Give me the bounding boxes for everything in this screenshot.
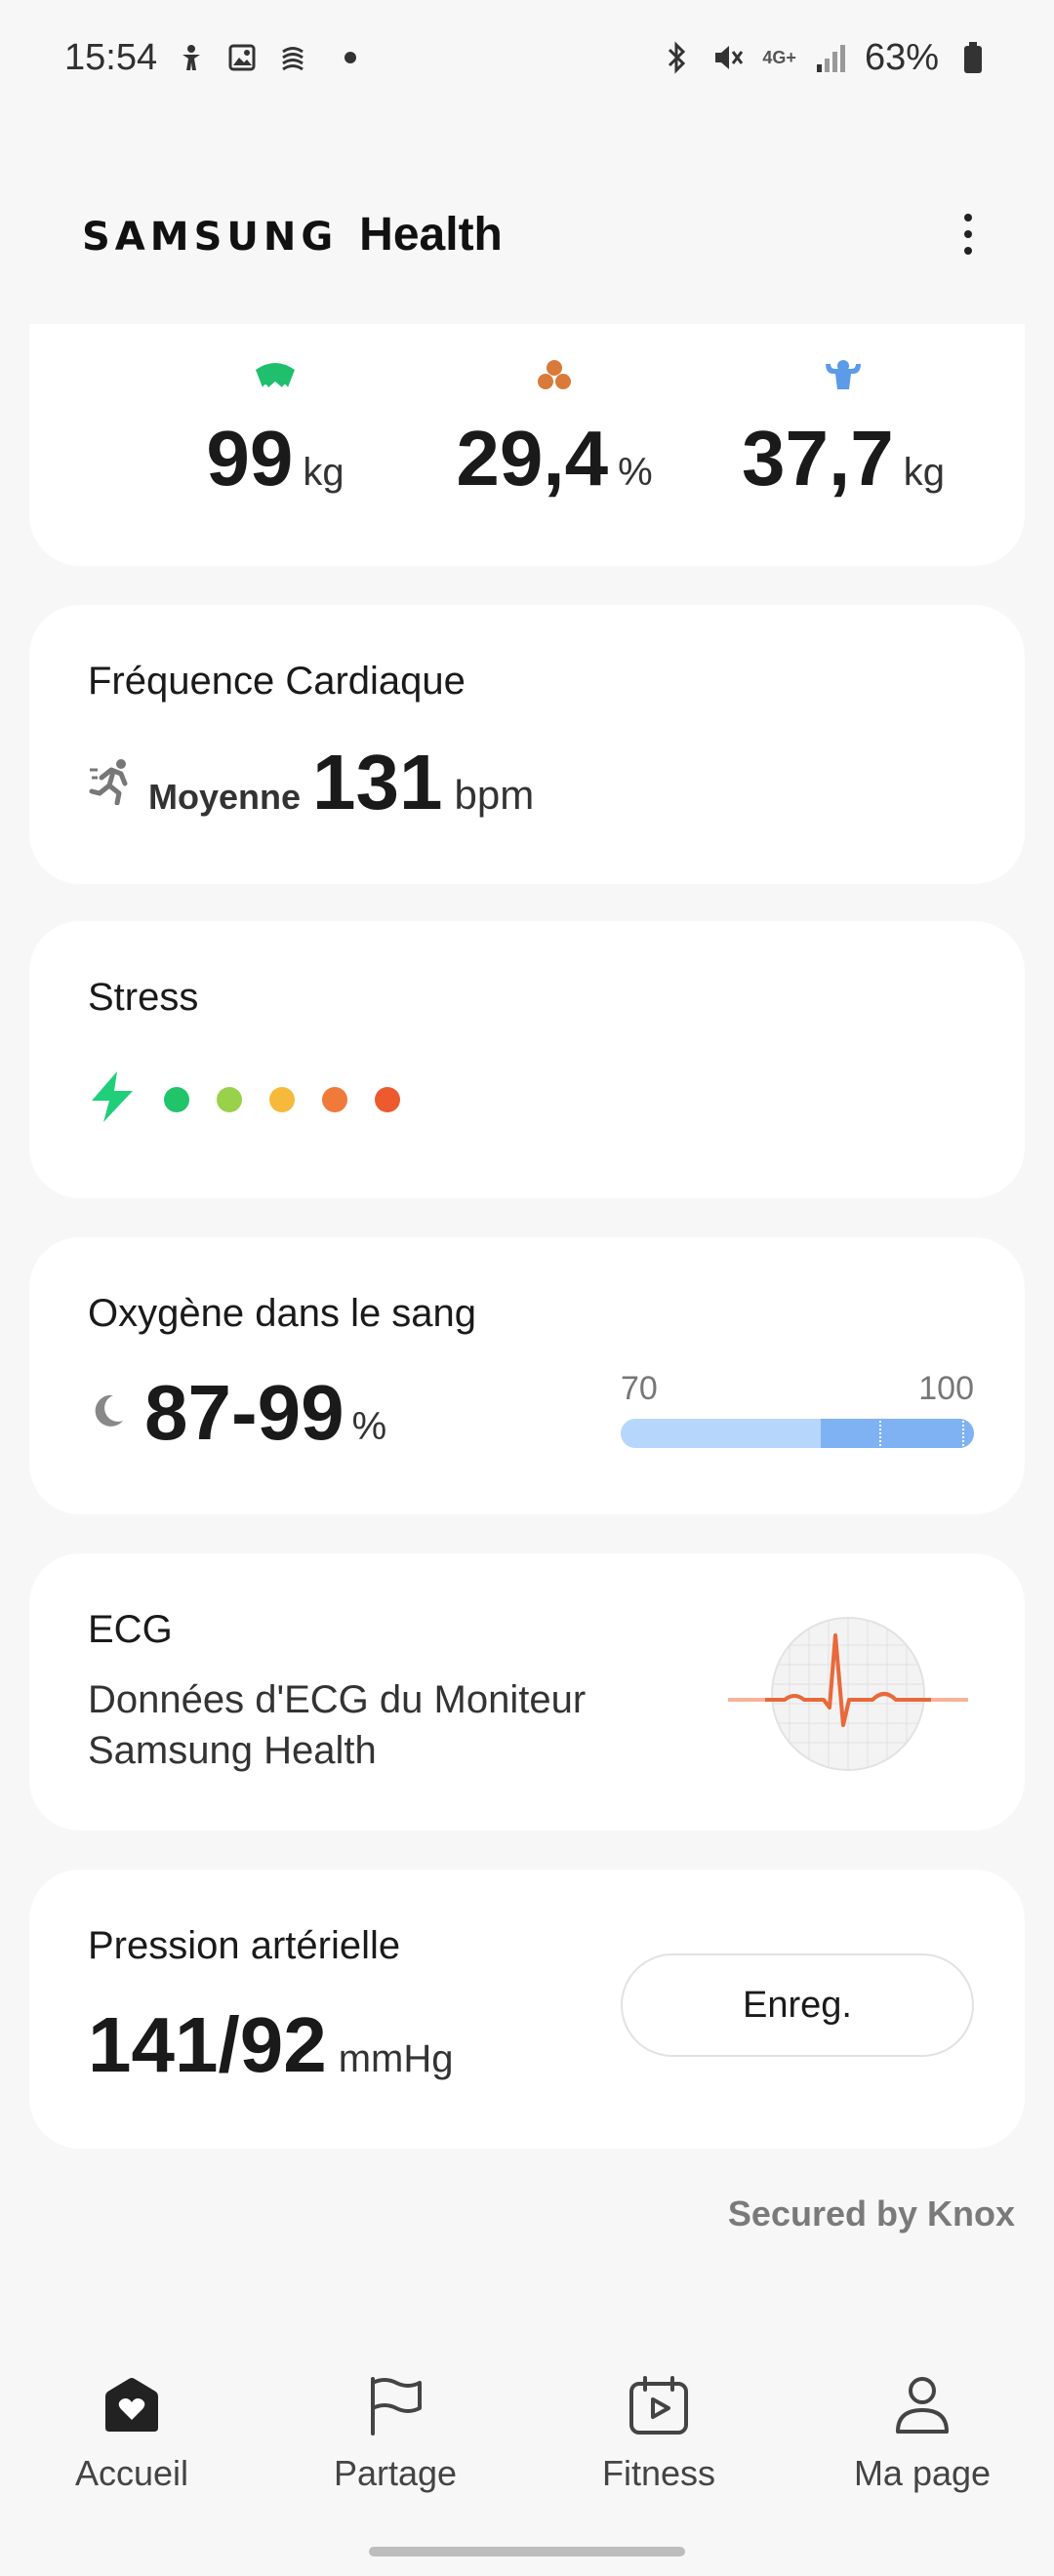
stress-dot-1	[164, 1086, 189, 1112]
muscle-value: 37,7	[742, 415, 894, 502]
oxygen-scale-labels: 70 100	[621, 1370, 974, 1408]
person-icon	[894, 2371, 951, 2439]
moon-icon	[88, 1391, 127, 1435]
blood-pressure-title: Pression artérielle	[88, 1924, 401, 1967]
muscle-metric: 37,7 kg	[697, 353, 990, 503]
nav-label-fitness: Fitness	[601, 2453, 716, 2493]
blood-oxygen-title: Oxygène dans le sang	[88, 1292, 477, 1335]
gallery-icon	[225, 41, 259, 74]
stress-dot-4	[322, 1086, 347, 1112]
mute-icon	[711, 41, 745, 74]
flag-icon	[365, 2371, 426, 2439]
home-indicator[interactable]	[369, 2547, 685, 2556]
blood-oxygen-row: 87-99 %	[88, 1368, 386, 1458]
weight-unit: kg	[303, 451, 345, 494]
blood-oxygen-card[interactable]: Oxygène dans le sang 87-99 % 70 100	[29, 1237, 1025, 1514]
notification-dot	[345, 52, 357, 63]
heart-rate-row: Moyenne 131 bpm	[88, 738, 534, 827]
muscle-unit: kg	[903, 451, 945, 494]
sync-icon	[276, 41, 309, 74]
bluetooth-icon	[661, 41, 694, 74]
status-bar: 15:54 4G+ 63%	[0, 0, 1054, 115]
nav-label-ma-page: Ma page	[853, 2453, 992, 2493]
samsung-health-logo: SAMSUNG Health	[82, 208, 503, 262]
heart-rate-unit: bpm	[454, 772, 535, 818]
blood-pressure-card[interactable]: Pression artérielle 141/92 mmHg Enreg.	[29, 1870, 1025, 2149]
home-heart-icon	[100, 2371, 164, 2439]
signal-icon	[814, 41, 847, 74]
weight-value: 99	[206, 415, 294, 502]
blood-pressure-value: 141/92	[88, 2001, 327, 2088]
body-fat-value: 29,4	[456, 415, 609, 502]
blood-pressure-row: 141/92 mmHg	[88, 2000, 453, 2090]
accessibility-icon	[175, 41, 208, 74]
body-fat-icon	[537, 353, 572, 396]
lightning-icon	[88, 1069, 137, 1129]
calendar-play-icon	[628, 2371, 690, 2439]
weight-icon	[253, 353, 298, 396]
stress-dot-3	[269, 1086, 295, 1112]
ecg-waveform-icon	[726, 1606, 970, 1782]
record-button[interactable]: Enreg.	[621, 1953, 974, 2057]
stress-dot-2	[217, 1086, 242, 1112]
stress-dot-5	[375, 1086, 400, 1112]
secured-by-knox-label: Secured by Knox	[727, 2194, 1015, 2234]
app-header: SAMSUNG Health	[0, 185, 1054, 283]
muscle-icon	[824, 353, 863, 396]
nav-label-accueil: Accueil	[74, 2453, 189, 2493]
blood-pressure-unit: mmHg	[338, 2037, 454, 2080]
battery-percent: 63%	[864, 36, 939, 78]
status-time: 15:54	[64, 36, 158, 78]
more-options-button[interactable]	[947, 190, 990, 278]
oxygen-scale-max: 100	[918, 1370, 974, 1407]
status-bar-right: 4G+ 63%	[661, 37, 990, 79]
blood-oxygen-unit: %	[351, 1405, 387, 1448]
nav-item-fitness[interactable]: Fitness	[547, 2371, 771, 2517]
ecg-subtitle: Données d'ECG du Moniteur Samsung Health	[88, 1678, 587, 1772]
body-composition-card[interactable]: 99 kg 29,4 % 37,7 kg	[29, 324, 1025, 566]
ecg-card[interactable]: ECG Données d'ECG du Moniteur Samsung He…	[29, 1553, 1025, 1831]
nav-label-partage: Partage	[333, 2453, 458, 2493]
more-vertical-icon	[964, 214, 972, 221]
network-type: 4G+	[762, 47, 796, 67]
stress-scale	[88, 1069, 400, 1129]
body-fat-metric: 29,4 %	[408, 353, 701, 503]
status-bar-left: 15:54	[64, 36, 357, 79]
heart-rate-title: Fréquence Cardiaque	[88, 660, 466, 703]
heart-rate-label: Moyenne	[148, 777, 302, 817]
blood-oxygen-value: 87-99	[144, 1369, 345, 1456]
running-icon	[88, 756, 137, 810]
nav-item-accueil[interactable]: Accueil	[20, 2371, 244, 2517]
nav-item-ma-page[interactable]: Ma page	[810, 2371, 1034, 2517]
logo-brand: SAMSUNG	[82, 214, 339, 260]
oxygen-scale-min: 70	[621, 1370, 658, 1407]
heart-rate-value: 131	[312, 739, 443, 825]
stress-title: Stress	[88, 976, 199, 1019]
ecg-title: ECG	[88, 1608, 173, 1651]
heart-rate-card[interactable]: Fréquence Cardiaque Moyenne 131 bpm	[29, 605, 1025, 884]
weight-metric: 99 kg	[129, 353, 422, 503]
oxygen-range-fill	[821, 1419, 974, 1448]
bottom-navigation: Accueil Partage Fitness Ma page	[0, 2371, 1054, 2517]
oxygen-range-high-marker	[961, 1421, 964, 1446]
oxygen-range-bar	[621, 1419, 974, 1448]
oxygen-range-low-marker	[879, 1421, 882, 1446]
stress-card[interactable]: Stress	[29, 921, 1025, 1198]
body-fat-unit: %	[618, 451, 653, 494]
logo-app-name: Health	[359, 208, 503, 261]
nav-item-partage[interactable]: Partage	[283, 2371, 507, 2517]
battery-icon	[956, 41, 990, 74]
